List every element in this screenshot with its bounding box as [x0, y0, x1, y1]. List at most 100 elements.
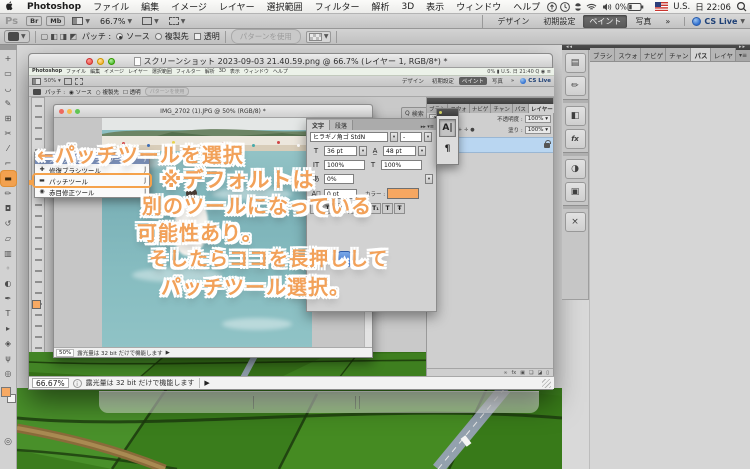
status-menu-arrow[interactable]: ▶: [204, 379, 209, 387]
panel-tab-レイヤ[interactable]: レイヤ: [710, 48, 736, 61]
color-swatches: [0, 387, 17, 409]
menu-item-1[interactable]: ファイル: [87, 0, 135, 13]
dodge-tool[interactable]: ◐: [1, 276, 16, 291]
foreground-color-swatch[interactable]: [0, 387, 11, 397]
lasso-tool[interactable]: ◡: [1, 81, 16, 96]
hand-tool[interactable]: ψ: [1, 351, 16, 366]
workspace-0[interactable]: デザイン: [491, 15, 535, 28]
styles-panel-icon[interactable]: fx: [564, 129, 586, 149]
mini-bridge-panel-icon[interactable]: ▤: [564, 53, 586, 73]
new-selection-icon[interactable]: ▢: [41, 32, 49, 41]
macos-dock[interactable]: [99, 391, 539, 413]
menu-item-8[interactable]: 3D: [396, 2, 421, 12]
menu-item-7[interactable]: 解析: [366, 0, 396, 13]
inner-window-title: IMG_2702 (1).JPG @ 50% (RGB/8) *: [160, 108, 266, 115]
tools-panel-grip[interactable]: [0, 45, 17, 50]
inner-menu-bar: Photoshop ファイル 編集 イメージ レイヤー 選択範囲 フィルター 解析 3D 表示 ウィ…: [29, 68, 554, 76]
menu-item-5[interactable]: 選択範囲: [261, 0, 309, 13]
char-panel-tab-文字: 文字: [307, 120, 331, 130]
rectangular-marquee-tool[interactable]: ▭: [1, 66, 16, 81]
pattern-picker[interactable]: ▼: [305, 30, 332, 43]
quick-mask-button[interactable]: ◎: [4, 437, 12, 447]
menu-item-10[interactable]: ウィンドウ: [450, 0, 507, 13]
zoom-tool[interactable]: ◎: [1, 366, 16, 381]
blur-tool[interactable]: ◦: [1, 261, 16, 276]
pen-tool[interactable]: ✒: [1, 291, 16, 306]
zoom-percent-field[interactable]: 66.67%: [32, 378, 69, 388]
tool-presets-panel-icon[interactable]: ×: [564, 212, 586, 232]
resize-grip[interactable]: [542, 378, 551, 388]
inner-menu-item-8: 3D: [218, 68, 226, 74]
menu-item-9[interactable]: 表示: [420, 0, 450, 13]
eyedropper-tool[interactable]: ⁄: [1, 141, 16, 156]
status-message: 露光量は 32 bit だけで機能します: [86, 378, 201, 388]
menubar-status-icons[interactable]: 0%: [546, 1, 650, 13]
menu-item-11[interactable]: ヘルプ: [507, 0, 546, 13]
3d-rotate-tool[interactable]: ◈: [1, 336, 16, 351]
panel-tab-チャン[interactable]: チャン: [666, 48, 692, 61]
add-selection-icon[interactable]: ◧: [50, 32, 58, 41]
workspace-1[interactable]: 初期設定: [537, 15, 581, 28]
inner-status-message: 露光量は 32 bit だけで機能します: [77, 350, 163, 357]
panel-tab-ブラシ[interactable]: ブラシ: [590, 48, 616, 61]
input-source-flag-icon[interactable]: [655, 1, 669, 12]
inner-window-title-bar: IMG_2702 (1).JPG @ 50% (RGB/8) *: [54, 105, 372, 118]
quick-selection-tool[interactable]: ✎: [1, 96, 16, 111]
screen-mode-button[interactable]: ▼: [166, 17, 189, 25]
intersect-selection-icon[interactable]: ◩: [69, 32, 77, 41]
menubar-clock[interactable]: 日 22:06: [695, 1, 731, 13]
masks-panel-icon[interactable]: ▣: [564, 182, 586, 202]
mini-bridge-button[interactable]: Mb: [46, 15, 66, 27]
inner-panel-tab-ナビゲ: ナビゲ: [469, 104, 492, 113]
menu-item-3[interactable]: イメージ: [165, 0, 213, 13]
panel-tab-パス[interactable]: パス: [691, 48, 711, 61]
panel-tab-スウォ[interactable]: スウォ: [615, 48, 641, 61]
annotation-highlight-box: [32, 173, 152, 188]
document-icon: [133, 56, 141, 66]
spotlight-and-notification-icons[interactable]: [736, 1, 750, 13]
bridge-button[interactable]: Br: [26, 15, 43, 27]
zoom-level-dropdown[interactable]: 66.7% ▼: [97, 17, 135, 26]
lock-all-icon: ●: [470, 127, 475, 133]
apple-menu-icon[interactable]: [6, 1, 15, 12]
cs-live-button[interactable]: CS Live ▼: [684, 16, 745, 26]
clone-stamp-tool[interactable]: ◘: [1, 201, 16, 216]
view-extras-button[interactable]: ▼: [139, 17, 162, 25]
spot-healing-brush-tool[interactable]: ▬: [0, 171, 16, 186]
menu-item-6[interactable]: フィルター: [309, 0, 366, 13]
type-tool[interactable]: T: [1, 306, 16, 321]
canvas-area: Photoshop ファイル 編集 イメージ レイヤー 選択範囲 フィルター 解析 3D 表示 ウィ…: [29, 68, 554, 378]
brushes-panel-icon[interactable]: ✏: [564, 76, 586, 96]
slice-tool[interactable]: ✂: [1, 126, 16, 141]
subtract-selection-icon[interactable]: ◨: [60, 32, 68, 41]
leading-field: 48 pt: [383, 146, 416, 156]
workspace-4[interactable]: »: [659, 16, 676, 27]
adjustments-panel-icon[interactable]: ◑: [564, 159, 586, 179]
arrange-documents-button[interactable]: ▼: [69, 17, 93, 25]
patch-source-radio[interactable]: ソース: [116, 31, 150, 42]
menu-item-0[interactable]: Photoshop: [21, 2, 87, 12]
panel-tab-ナビゲ[interactable]: ナビゲ: [640, 48, 667, 61]
history-brush-tool[interactable]: ↺: [1, 216, 16, 231]
tool-preset-picker[interactable]: ▼: [4, 30, 30, 43]
workspace-3[interactable]: 写真: [629, 15, 657, 28]
brush-tool[interactable]: ✏: [1, 186, 16, 201]
inner-workspace-0: デザイン: [401, 79, 424, 85]
workspace-2[interactable]: ペイント: [583, 14, 628, 28]
crop-tool[interactable]: ⊞: [1, 111, 16, 126]
swatches-panel-icon[interactable]: ◧: [564, 106, 586, 126]
inner-menu-item-6: フィルター: [175, 69, 201, 75]
menu-item-2[interactable]: 編集: [135, 0, 165, 13]
eraser-tool[interactable]: ▱: [1, 231, 16, 246]
input-source-label[interactable]: U.S.: [673, 2, 690, 12]
use-pattern-button[interactable]: パターンを使用: [230, 29, 301, 44]
patch-destination-radio[interactable]: 複製先: [154, 31, 189, 42]
transparent-checkbox[interactable]: 透明: [193, 31, 220, 42]
path-selection-tool[interactable]: ▸: [1, 321, 16, 336]
menu-item-4[interactable]: レイヤー: [213, 0, 261, 13]
ruler-tool[interactable]: ⌐: [1, 156, 16, 171]
window-title-bar[interactable]: スクリーンショット 2023-09-03 21.40.59.png @ 66.7…: [29, 54, 552, 68]
panel-menu-icon[interactable]: ▾≡: [736, 50, 750, 61]
gradient-tool[interactable]: ▥: [1, 246, 16, 261]
move-tool[interactable]: +: [1, 51, 16, 66]
